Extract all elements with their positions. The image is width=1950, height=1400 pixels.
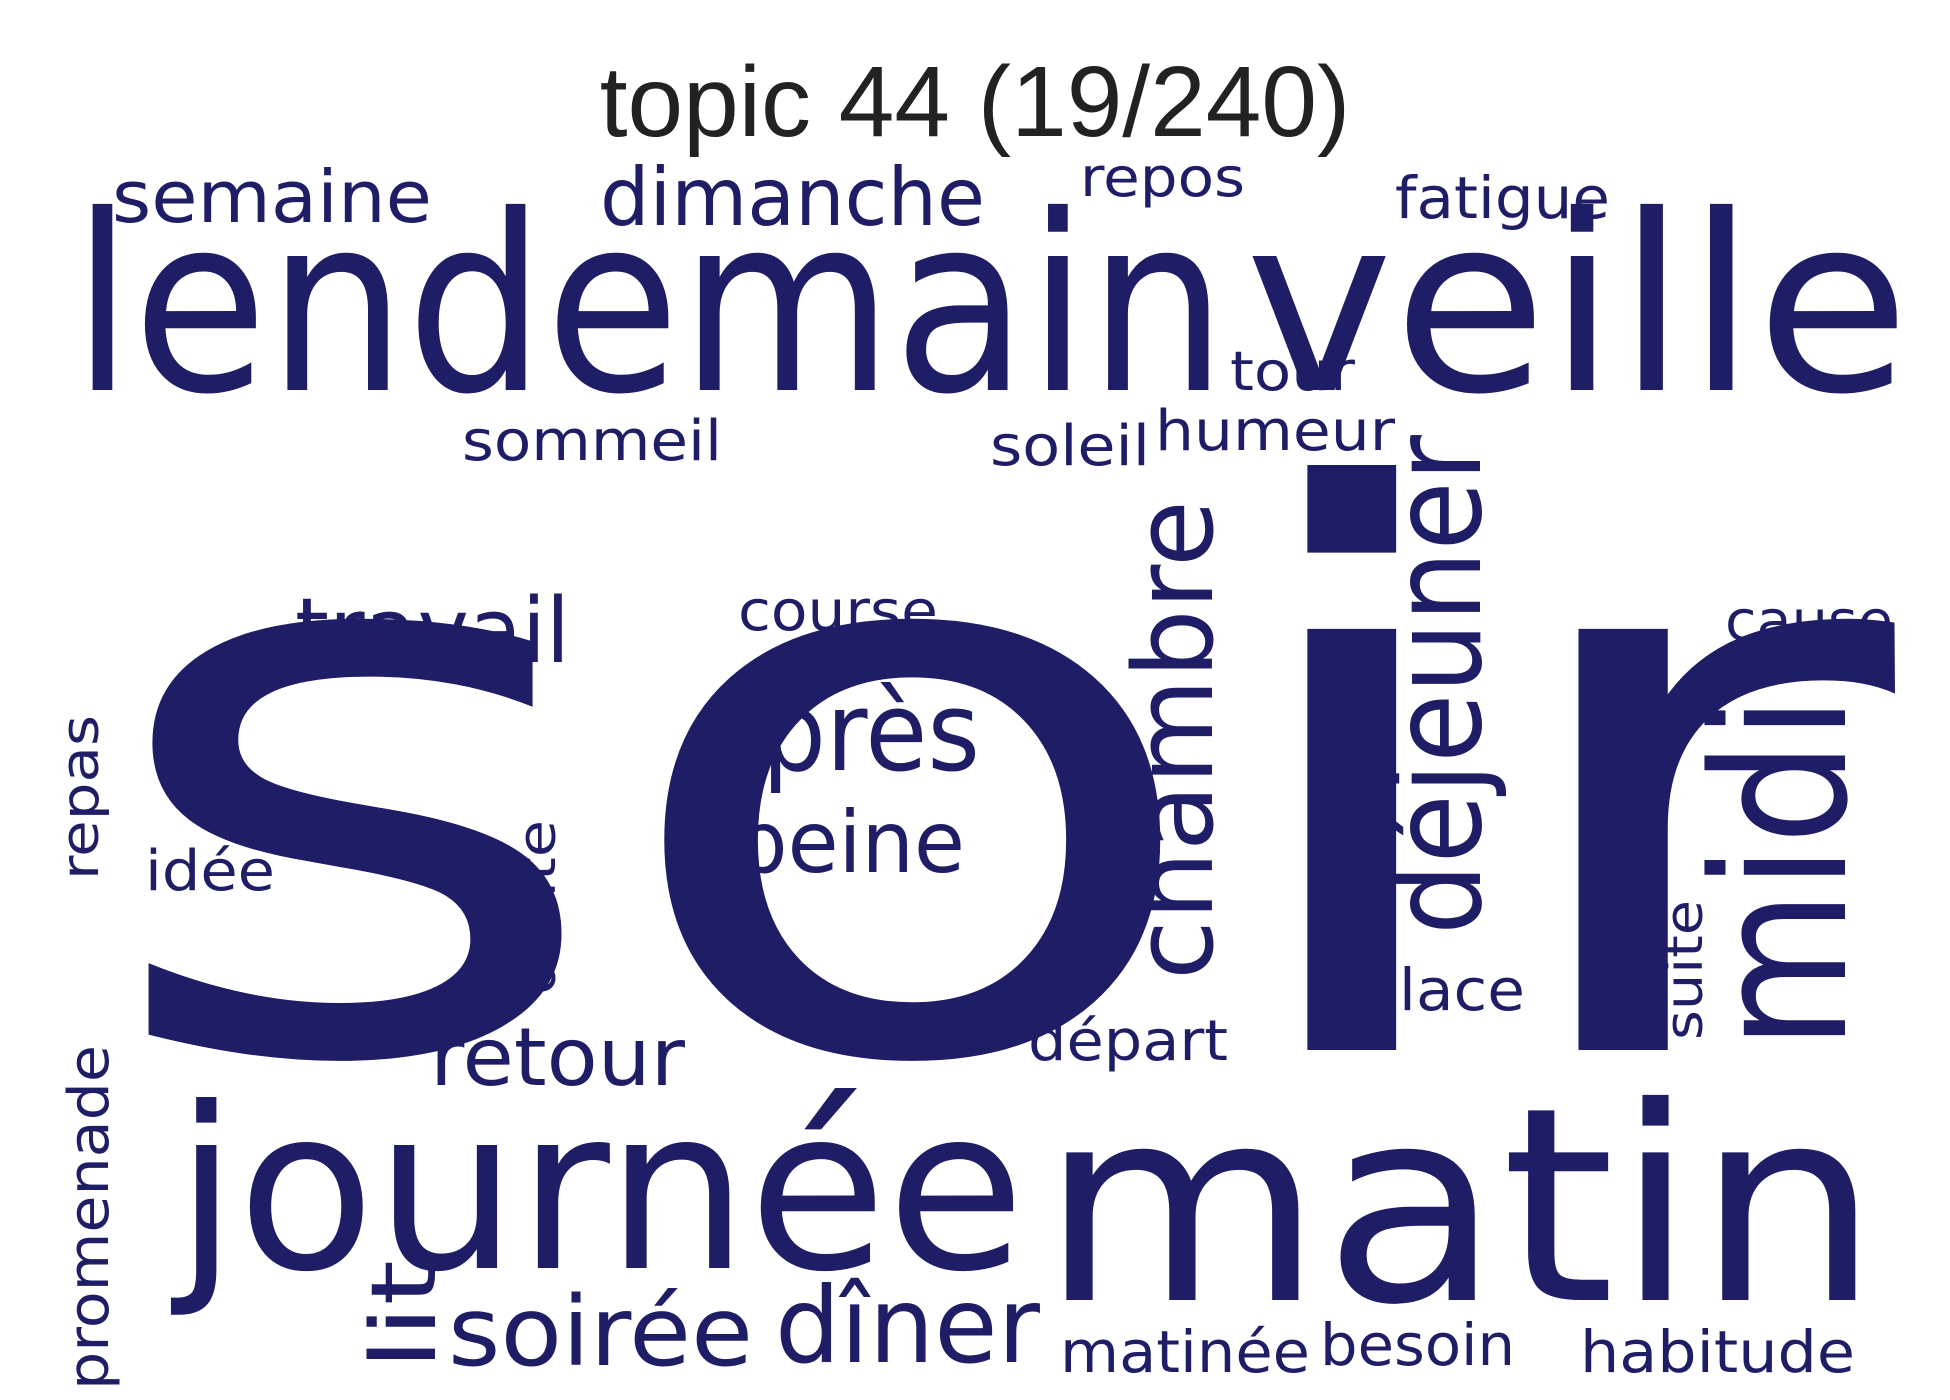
- word-retour: retour: [430, 1011, 685, 1104]
- word-promenade: promenade: [57, 1045, 122, 1390]
- word-chambre: chambre: [1110, 500, 1238, 980]
- word-cause: cause: [1725, 589, 1893, 654]
- word-depart: départ: [1028, 1009, 1228, 1074]
- word-travail: travail: [295, 579, 570, 684]
- word-place: place: [1360, 956, 1525, 1024]
- word-habitude: habitude: [1580, 1318, 1855, 1386]
- word-diner: dîner: [775, 1265, 1041, 1387]
- word-idee: idée: [145, 839, 275, 904]
- word-dejeuner: déjeuner: [1365, 434, 1510, 935]
- word-semaine: semaine: [112, 155, 432, 239]
- word-tour: tour: [1230, 340, 1356, 403]
- word-matinee: matinée: [1060, 1318, 1310, 1386]
- word-repas: repas: [51, 715, 111, 880]
- word-soiree: soirée: [448, 1276, 753, 1388]
- word-besoin: besoin: [1320, 1311, 1515, 1379]
- word-sommeil: sommeil: [462, 409, 722, 474]
- word-doute: doute: [508, 820, 568, 995]
- word-humeur: humeur: [1155, 399, 1396, 464]
- word-peine: peine: [735, 793, 965, 893]
- word-repos: repos: [1080, 146, 1245, 209]
- word-fatigue: fatigue: [1395, 164, 1610, 232]
- word-cloud: soir lendemain veille journée matin aprè…: [51, 146, 1910, 1390]
- word-lit: lit: [352, 1260, 457, 1370]
- word-apres: après: [700, 668, 980, 796]
- word-course: course: [738, 579, 938, 644]
- word-soleil: soleil: [990, 414, 1150, 479]
- word-suite: suite: [1655, 900, 1715, 1040]
- word-dimanche: dimanche: [600, 151, 985, 244]
